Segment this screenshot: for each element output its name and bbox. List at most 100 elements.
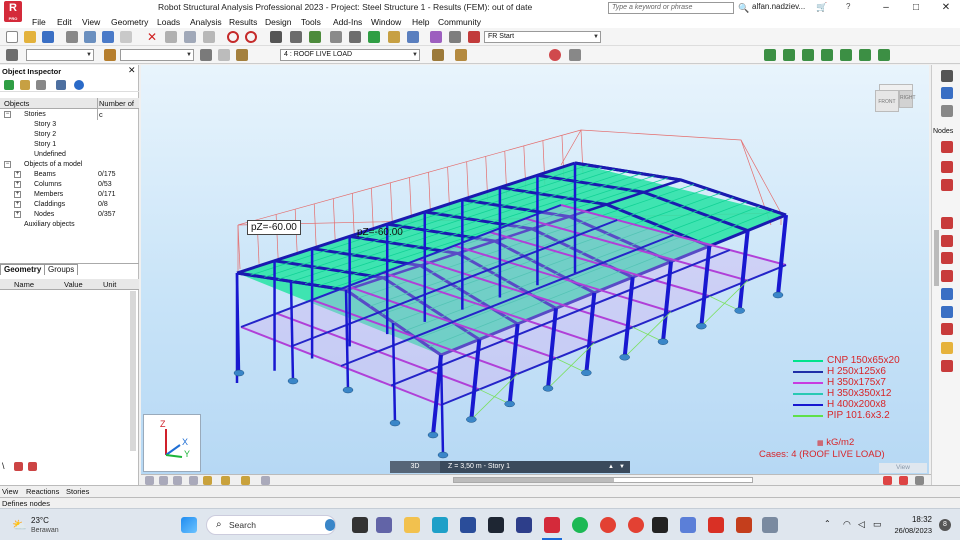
report-icon[interactable] (102, 31, 114, 43)
load-table-icon[interactable] (455, 49, 467, 61)
tree-item[interactable]: + Beams 0/175 (0, 170, 139, 180)
node-select-icon[interactable] (104, 49, 116, 61)
new-file-icon[interactable] (6, 31, 18, 43)
results-icon[interactable] (549, 49, 561, 61)
release-icon[interactable] (941, 235, 953, 247)
wifi-icon[interactable]: ◠ (843, 519, 851, 530)
pdf-icon[interactable] (708, 517, 724, 533)
menu-design[interactable]: Design (265, 16, 291, 28)
case-list-icon[interactable] (218, 49, 230, 61)
tree-item[interactable]: Story 2 (0, 130, 139, 140)
tree-item[interactable]: Story 1 (0, 140, 139, 150)
menu-analysis[interactable]: Analysis (190, 16, 222, 28)
tree-item[interactable]: + Nodes 0/357 (0, 210, 139, 220)
collapse-icon[interactable]: − (4, 111, 11, 118)
menu-window[interactable]: Window (371, 16, 401, 28)
display-icon[interactable] (270, 31, 282, 43)
cut-icon[interactable] (165, 31, 177, 43)
structure-view-icon[interactable] (309, 31, 321, 43)
tree-item[interactable]: + Claddings 0/8 (0, 200, 139, 210)
delete-icon[interactable]: ✕ (146, 31, 158, 43)
powerpoint-icon[interactable] (736, 517, 752, 533)
combination-icon[interactable] (941, 306, 953, 318)
menu-edit[interactable]: Edit (57, 16, 72, 28)
section-shape-icon[interactable] (802, 49, 814, 61)
story-status[interactable]: Z = 3,50 m - Story 1 (448, 461, 600, 473)
clock-time[interactable]: 18:32 (888, 515, 932, 524)
node-icon[interactable] (941, 141, 953, 153)
minimize-button[interactable]: – (872, 0, 900, 16)
clock-date[interactable]: 26/08/2023 (880, 526, 932, 535)
case-next-icon[interactable] (432, 49, 444, 61)
display-options-icon[interactable] (883, 476, 892, 485)
search-icon[interactable] (56, 80, 66, 90)
menu-results[interactable]: Results (229, 16, 257, 28)
material-icon[interactable] (407, 31, 419, 43)
view-cube[interactable]: FRONT RIGHT (873, 80, 917, 120)
zoom-in-icon[interactable] (203, 476, 212, 485)
view-label[interactable]: View (879, 463, 927, 473)
menu-add-ins[interactable]: Add-Ins (333, 16, 362, 28)
sort-icon[interactable] (36, 80, 46, 90)
weather-icon[interactable]: ⛅ (12, 518, 27, 532)
maximize-button[interactable]: □ (902, 0, 930, 16)
view-mode[interactable]: 3D (390, 461, 440, 473)
tree-item[interactable]: Auxiliary objects (0, 220, 139, 230)
view-xy-icon[interactable] (173, 476, 182, 485)
selection-filter-icon[interactable] (20, 80, 30, 90)
section-icon[interactable] (388, 31, 400, 43)
tab-groups[interactable]: Groups (44, 264, 79, 275)
l-app-icon[interactable] (432, 517, 448, 533)
section-select-icon[interactable] (200, 49, 212, 61)
terminal-icon[interactable] (652, 517, 668, 533)
spotify-icon[interactable] (572, 517, 588, 533)
tray-chevron-icon[interactable]: ⌃ (824, 519, 831, 528)
user-name[interactable]: alfan.nadziev... (752, 2, 805, 11)
app-icon-2[interactable] (488, 517, 504, 533)
expand-icon[interactable]: + (14, 191, 21, 198)
load-case-combo[interactable]: 4 : ROOF LIVE LOAD ▼ (280, 49, 420, 61)
tree-item[interactable]: + Members 0/171 (0, 190, 139, 200)
menu-geometry[interactable]: Geometry (111, 16, 148, 28)
app-icon-1[interactable] (460, 517, 476, 533)
results-icon[interactable] (941, 360, 953, 372)
print-icon[interactable] (66, 31, 78, 43)
local-axes-icon[interactable] (878, 49, 890, 61)
calc-icon[interactable] (430, 31, 442, 43)
view-yz-icon[interactable] (159, 476, 168, 485)
view-xz-icon[interactable] (145, 476, 154, 485)
supports-icon[interactable] (821, 49, 833, 61)
chrome-icon[interactable] (600, 517, 616, 533)
section-icon[interactable] (941, 179, 953, 191)
robot-pro-icon[interactable] (544, 517, 560, 533)
layers-icon[interactable] (915, 476, 924, 485)
view-cube-front[interactable]: FRONT (875, 90, 899, 112)
releases-icon[interactable] (859, 49, 871, 61)
selection-combo[interactable]: ▼ (26, 49, 94, 61)
offsets-icon[interactable] (840, 49, 852, 61)
tree-item[interactable]: − Objects of a model (0, 160, 139, 170)
copy-icon[interactable] (184, 31, 196, 43)
file-explorer-icon[interactable] (404, 517, 420, 533)
filter-icon[interactable] (4, 80, 14, 90)
snipping-icon[interactable] (762, 517, 778, 533)
task-view-icon[interactable] (352, 517, 368, 533)
tree-item[interactable]: − Stories (0, 110, 139, 120)
structure-viewport[interactable]: pZ=-60.00 pZ=-60.00 FRONT RIGHT Z X Y CN… (141, 65, 929, 474)
view-cube-top[interactable] (879, 84, 913, 91)
scrollbar-thumb[interactable] (454, 478, 614, 482)
panel-icon[interactable] (941, 270, 953, 282)
properties-scrollbar[interactable] (130, 291, 136, 451)
pin-icon[interactable]: \ (2, 461, 5, 471)
search-icon[interactable]: 🔍 (738, 3, 749, 14)
zoom-all-icon[interactable] (349, 31, 361, 43)
save-icon[interactable] (42, 31, 54, 43)
chrome-profile-icon[interactable] (628, 517, 644, 533)
expand-icon[interactable]: + (14, 211, 21, 218)
notification-badge[interactable]: 8 (939, 519, 951, 531)
right-scrollbar[interactable] (934, 230, 939, 286)
zoom-icon[interactable] (330, 31, 342, 43)
rotate-icon[interactable] (261, 476, 270, 485)
teams-icon[interactable] (376, 517, 392, 533)
redo-icon[interactable] (245, 31, 257, 43)
